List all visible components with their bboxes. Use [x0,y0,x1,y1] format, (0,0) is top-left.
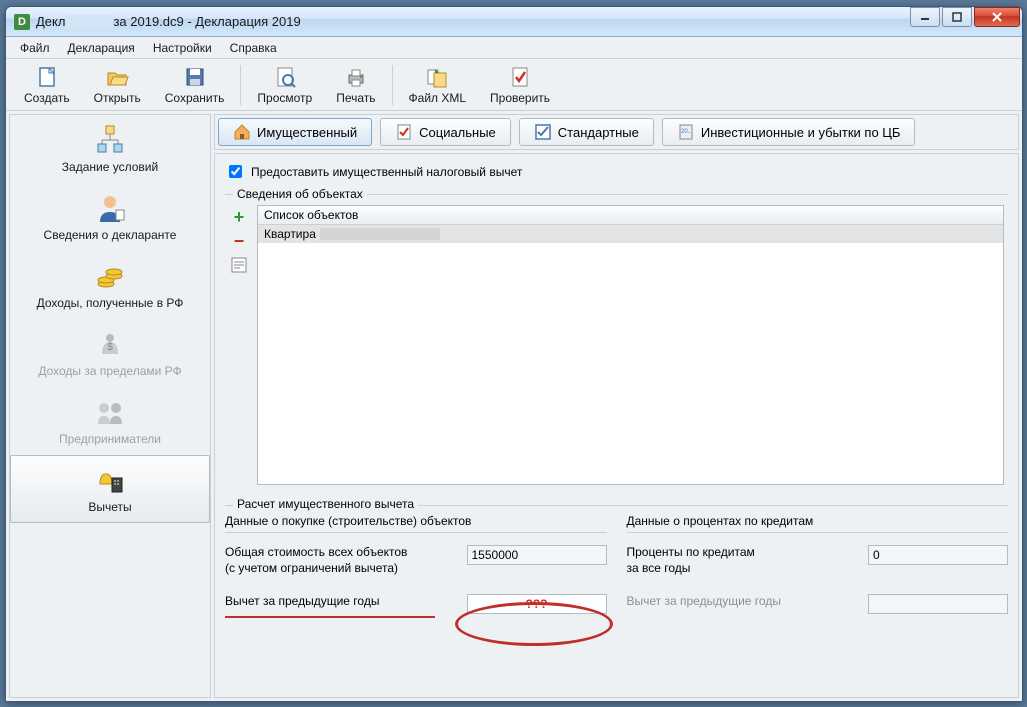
calc-title: Расчет имущественного вычета [233,497,418,511]
maximize-button[interactable] [942,7,972,27]
menu-settings[interactable]: Настройки [145,39,220,57]
nav-income-abroad: $ Доходы за пределами РФ [10,319,210,387]
nav-deductions[interactable]: Вычеты [10,455,210,523]
objects-group-label: Сведения об объектах [233,187,367,201]
credit-interest-head: Данные о процентах по кредитам [627,514,1009,533]
credit-prev-years-label: Вычет за предыдущие годы [627,594,857,610]
menu-file[interactable]: Файл [12,39,58,57]
titlebar: D Деклза 2019.dc9 - Декларация 2019 [6,7,1022,37]
tool-save[interactable]: Сохранить [153,63,237,107]
nav-conditions[interactable]: Задание условий [10,115,210,183]
property-content: Предоставить имущественный налоговый выч… [214,153,1019,698]
edit-object-button[interactable] [229,255,249,275]
tool-check[interactable]: Проверить [478,63,562,107]
tool-open[interactable]: Открыть [82,63,153,107]
tab-investment[interactable]: 20.. Инвестиционные и убытки по ЦБ [662,118,916,146]
remove-object-button[interactable]: − [229,231,249,251]
total-cost-label: Общая стоимость всех объектов (с учетом … [225,545,455,576]
tool-print[interactable]: Печать [324,63,387,107]
objects-list[interactable]: Список объектов Квартира [257,205,1004,485]
menu-help[interactable]: Справка [222,39,285,57]
tool-create[interactable]: Создать [12,63,82,107]
nav-entrepreneurs: Предприниматели [10,387,210,455]
svg-text:20..: 20.. [681,129,691,135]
toolbar: Создать Открыть Сохранить Просмотр Печат… [6,59,1022,111]
menubar: Файл Декларация Настройки Справка [6,37,1022,59]
nav-declarant[interactable]: Сведения о декларанте [10,183,210,251]
purchase-data-head: Данные о покупке (строительстве) объекто… [225,514,607,533]
left-nav: Задание условий Сведения о декларанте До… [9,114,211,698]
credit-interest-label: Проценты по кредитам за все годы [627,545,857,576]
close-button[interactable] [974,7,1020,27]
svg-text:$: $ [107,342,113,353]
tool-preview[interactable]: Просмотр [245,63,324,107]
deduction-tabs: Имущественный Социальные Стандартные 20.… [214,114,1019,150]
objects-list-header: Список объектов [258,206,1003,225]
credit-interest-input[interactable] [868,545,1008,565]
prev-years-deduction-label: Вычет за предыдущие годы [225,594,455,610]
tab-standard[interactable]: Стандартные [519,118,654,146]
tool-xml[interactable]: Файл XML [397,63,479,107]
add-object-button[interactable]: + [229,207,249,227]
nav-income-rf[interactable]: Доходы, полученные в РФ [10,251,210,319]
tab-social[interactable]: Социальные [380,118,511,146]
minimize-button[interactable] [910,7,940,27]
grant-property-deduction-label: Предоставить имущественный налоговый выч… [251,165,522,179]
prev-years-deduction-input[interactable] [467,594,607,614]
grant-property-deduction-checkbox[interactable] [229,165,242,178]
credit-prev-years-input [868,594,1008,614]
menu-declaration[interactable]: Декларация [60,39,143,57]
tab-property[interactable]: Имущественный [218,118,372,146]
window-title: Деклза 2019.dc9 - Декларация 2019 [36,14,301,30]
list-item[interactable]: Квартира [258,225,1003,243]
total-cost-input[interactable] [467,545,607,565]
app-icon: D [14,14,30,30]
